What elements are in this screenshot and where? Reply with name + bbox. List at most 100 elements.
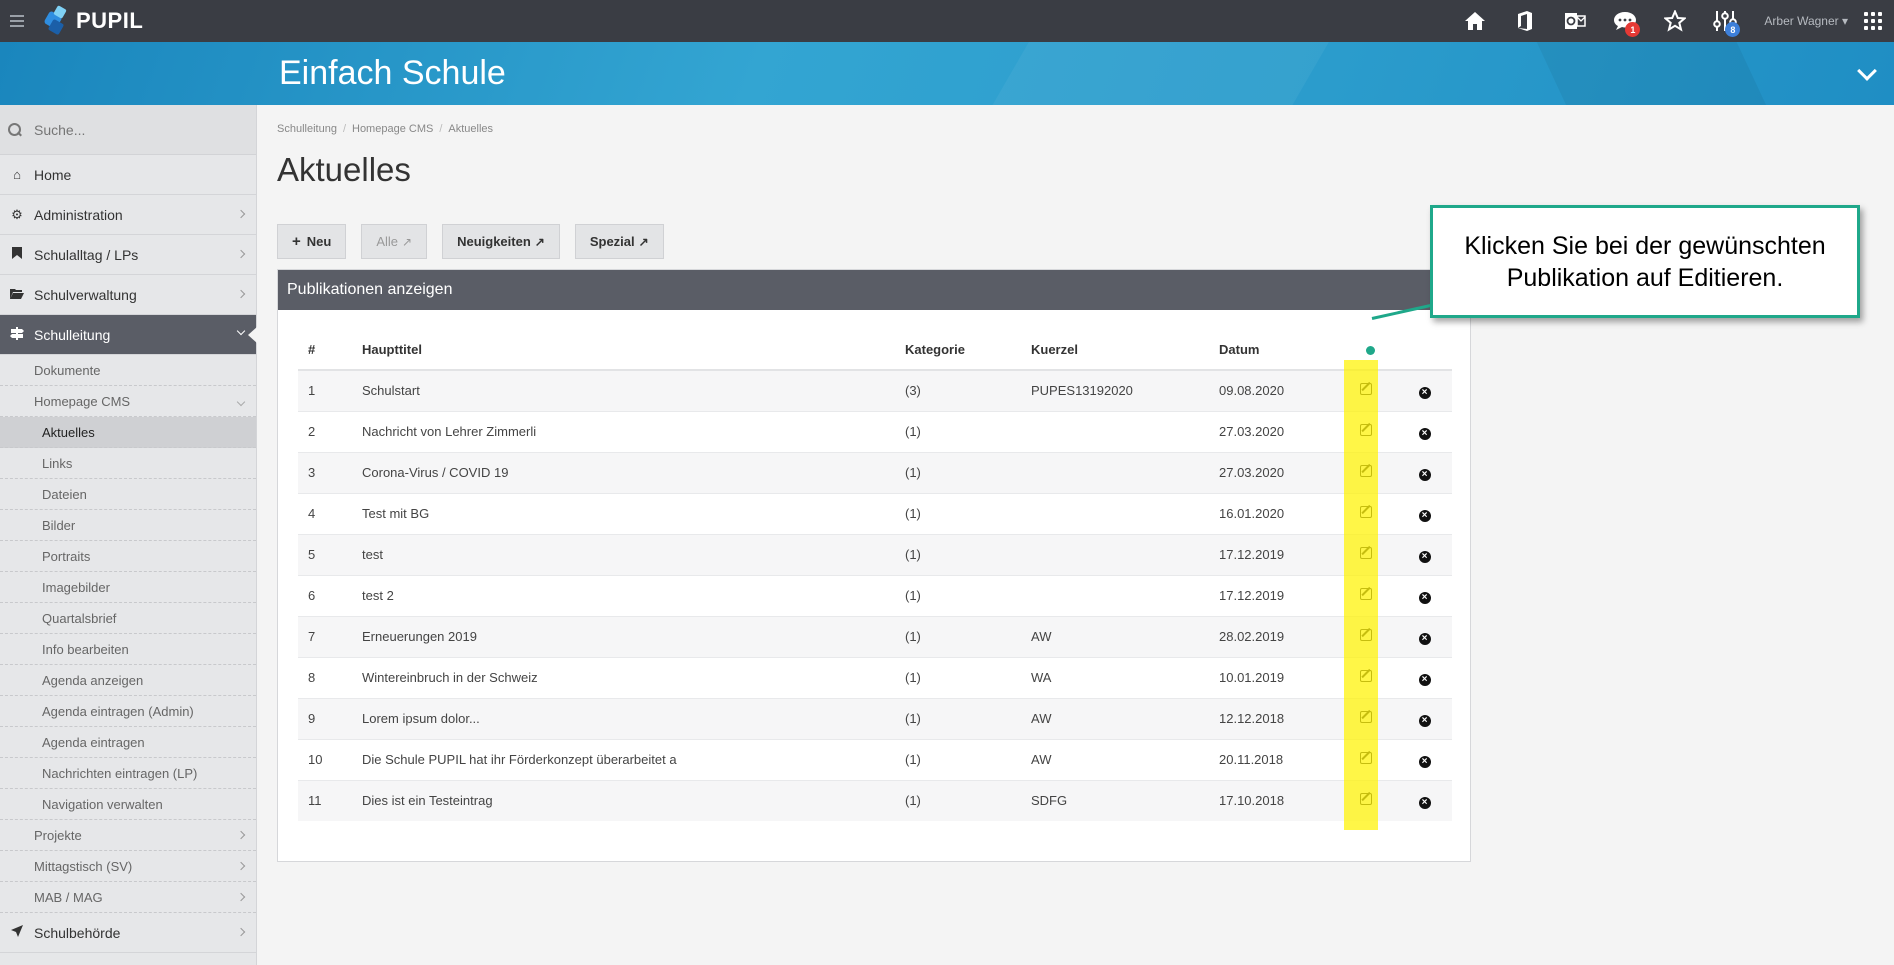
table-row: 1 Schulstart (3) PUPES13192020 09.08.202… bbox=[298, 369, 1452, 411]
sidebar-item-nachrichten-eintragen[interactable]: Nachrichten eintragen (LP) bbox=[0, 758, 256, 789]
cell-date: 17.10.2018 bbox=[1209, 779, 1334, 821]
sidebar-item-agenda-eintragen[interactable]: Agenda eintragen bbox=[0, 727, 256, 758]
sidebar-item-homepage-cms[interactable]: Homepage CMS bbox=[0, 386, 256, 417]
delete-icon[interactable]: × bbox=[1418, 591, 1431, 604]
sidebar-item-imagebilder[interactable]: Imagebilder bbox=[0, 572, 256, 603]
edit-icon[interactable] bbox=[1359, 588, 1372, 600]
edit-cell bbox=[1334, 779, 1397, 821]
top-bar: PUPIL 1 8 Arber Wagner ▾ bbox=[0, 0, 1894, 42]
special-button[interactable]: Spezial ↗ bbox=[574, 224, 664, 259]
sidebar-item-quartalsbrief[interactable]: Quartalsbrief bbox=[0, 603, 256, 634]
delete-icon[interactable]: × bbox=[1418, 468, 1431, 481]
sidebar-item-navigation-verwalten[interactable]: Navigation verwalten bbox=[0, 789, 256, 820]
cell-abbreviation bbox=[1021, 492, 1209, 534]
delete-icon[interactable]: × bbox=[1418, 755, 1431, 768]
sidebar-item-bilder[interactable]: Bilder bbox=[0, 510, 256, 541]
chevron-down-icon[interactable] bbox=[1857, 61, 1877, 81]
all-button[interactable]: Alle ↗ bbox=[361, 224, 428, 259]
delete-icon[interactable]: × bbox=[1418, 550, 1431, 563]
edit-icon[interactable] bbox=[1359, 670, 1372, 682]
sidebar-item-dateien[interactable]: Dateien bbox=[0, 479, 256, 510]
col-header-delete bbox=[1397, 330, 1452, 371]
sidebar-item-agenda-eintragen-admin[interactable]: Agenda eintragen (Admin) bbox=[0, 696, 256, 727]
edit-icon[interactable] bbox=[1359, 424, 1372, 436]
chevron-down-icon bbox=[236, 326, 246, 336]
chevron-down-icon bbox=[236, 397, 246, 407]
search-input[interactable] bbox=[34, 121, 234, 138]
sidebar-item-schulleitung[interactable]: Schulleitung bbox=[0, 315, 257, 355]
chat-icon[interactable]: 1 bbox=[1600, 0, 1650, 42]
delete-icon[interactable]: × bbox=[1418, 509, 1431, 522]
home-icon: ⌂ bbox=[13, 167, 21, 182]
pupil-logo[interactable]: PUPIL bbox=[43, 5, 143, 37]
hamburger-menu-icon[interactable] bbox=[0, 0, 34, 42]
delete-icon[interactable]: × bbox=[1418, 386, 1431, 399]
sidebar-item-dokumente[interactable]: Dokumente bbox=[0, 355, 256, 386]
new-button[interactable]: + Neu bbox=[277, 224, 347, 259]
sidebar-item-links[interactable]: Links bbox=[0, 448, 256, 479]
delete-icon[interactable]: × bbox=[1418, 427, 1431, 440]
user-menu[interactable]: Arber Wagner ▾ bbox=[1764, 14, 1848, 28]
cell-abbreviation: WA bbox=[1021, 656, 1209, 698]
col-header-num[interactable]: # bbox=[298, 330, 352, 371]
cell-title: Die Schule PUPIL hat ihr Förderkonzept ü… bbox=[352, 738, 895, 780]
edit-icon[interactable] bbox=[1359, 752, 1372, 764]
sidebar-item-info-bearbeiten[interactable]: Info bearbeiten bbox=[0, 634, 256, 665]
outlook-icon[interactable] bbox=[1550, 0, 1600, 42]
publications-panel: Publikationen anzeigen # Haupttitel Kate… bbox=[277, 269, 1471, 862]
delete-cell: × bbox=[1397, 779, 1452, 821]
cell-abbreviation bbox=[1021, 410, 1209, 452]
edit-icon[interactable] bbox=[1359, 711, 1372, 723]
col-header-abbreviation[interactable]: Kuerzel bbox=[1021, 330, 1209, 371]
edit-icon[interactable] bbox=[1359, 506, 1372, 518]
cell-title: test 2 bbox=[352, 574, 895, 616]
table-row: 2 Nachricht von Lehrer Zimmerli (1) 27.0… bbox=[298, 410, 1452, 452]
col-header-category[interactable]: Kategorie bbox=[895, 330, 1021, 371]
sidebar-item-mittagstisch[interactable]: Mittagstisch (SV) bbox=[0, 851, 256, 882]
sidebar-item-home[interactable]: ⌂ Home bbox=[0, 155, 256, 195]
sidebar-item-mab-mag[interactable]: MAB / MAG bbox=[0, 882, 256, 913]
edit-icon[interactable] bbox=[1359, 465, 1372, 477]
apps-grid-icon[interactable] bbox=[1864, 12, 1882, 30]
delete-icon[interactable]: × bbox=[1418, 632, 1431, 645]
cell-date: 12.12.2018 bbox=[1209, 697, 1334, 739]
delete-cell: × bbox=[1397, 615, 1452, 657]
sidebar-item-projekte[interactable]: Projekte bbox=[0, 820, 256, 851]
edit-icon[interactable] bbox=[1359, 793, 1372, 806]
table-row: 5 test (1) 17.12.2019 × bbox=[298, 533, 1452, 575]
settings-sliders-icon[interactable]: 8 bbox=[1700, 0, 1750, 42]
sidebar-item-schulalltag[interactable]: Schulalltag / LPs bbox=[0, 235, 256, 275]
col-header-title[interactable]: Haupttitel bbox=[352, 330, 895, 371]
home-icon[interactable] bbox=[1450, 0, 1500, 42]
edit-icon[interactable] bbox=[1359, 383, 1372, 396]
edit-cell bbox=[1334, 410, 1397, 452]
sidebar-item-schulverwaltung[interactable]: Schulverwaltung bbox=[0, 275, 256, 315]
cell-title: Dies ist ein Testeintrag bbox=[352, 779, 895, 821]
breadcrumb-item[interactable]: Homepage CMS bbox=[352, 123, 433, 135]
cell-title: Wintereinbruch in der Schweiz bbox=[352, 656, 895, 698]
delete-icon[interactable]: × bbox=[1418, 796, 1431, 809]
edit-icon[interactable] bbox=[1359, 629, 1372, 641]
sidebar-item-administration[interactable]: ⚙ Administration bbox=[0, 195, 256, 235]
cell-title: Nachricht von Lehrer Zimmerli bbox=[352, 410, 895, 452]
sidebar: ⌂ Home ⚙ Administration Schulalltag / LP… bbox=[0, 105, 257, 965]
settings-badge: 8 bbox=[1725, 22, 1741, 37]
cell-category: (1) bbox=[895, 574, 1021, 616]
sidebar-item-schulbehoerde[interactable]: Schulbehörde bbox=[0, 913, 256, 953]
delete-icon[interactable]: × bbox=[1418, 673, 1431, 686]
cell-category: (1) bbox=[895, 697, 1021, 739]
edit-cell bbox=[1334, 697, 1397, 739]
sidebar-item-portraits[interactable]: Portraits bbox=[0, 541, 256, 572]
col-header-date[interactable]: Datum bbox=[1209, 330, 1334, 371]
cell-abbreviation: SDFG bbox=[1021, 779, 1209, 821]
breadcrumb-item[interactable]: Schulleitung bbox=[277, 123, 337, 135]
news-button[interactable]: Neuigkeiten ↗ bbox=[442, 224, 560, 259]
edit-icon[interactable] bbox=[1359, 547, 1372, 559]
table-row: 3 Corona-Virus / COVID 19 (1) 27.03.2020… bbox=[298, 451, 1452, 493]
sidebar-item-aktuelles[interactable]: Aktuelles bbox=[0, 417, 256, 448]
office-icon[interactable] bbox=[1500, 0, 1550, 42]
delete-icon[interactable]: × bbox=[1418, 714, 1431, 727]
sidebar-item-agenda-anzeigen[interactable]: Agenda anzeigen bbox=[0, 665, 256, 696]
star-icon[interactable] bbox=[1650, 0, 1700, 42]
cell-date: 28.02.2019 bbox=[1209, 615, 1334, 657]
